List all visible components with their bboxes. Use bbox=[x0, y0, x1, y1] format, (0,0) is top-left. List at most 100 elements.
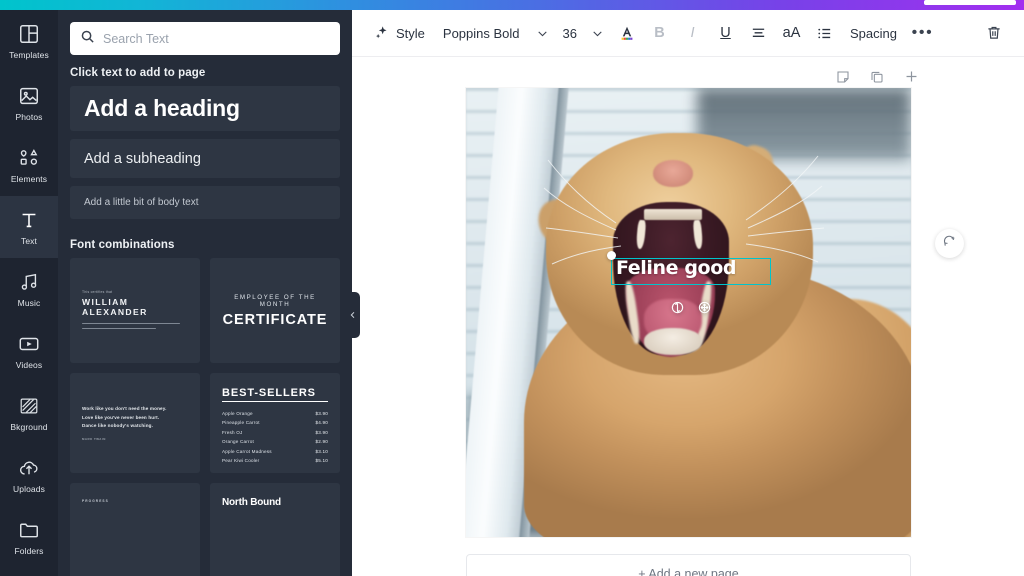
rotate-add-button[interactable] bbox=[935, 229, 964, 258]
underline-button[interactable]: U bbox=[709, 17, 742, 49]
text-panel: Click text to add to page Add a heading … bbox=[58, 10, 352, 576]
search-box[interactable] bbox=[70, 22, 340, 55]
text-icon bbox=[18, 209, 40, 231]
font-family-chevron[interactable] bbox=[530, 17, 556, 49]
text-preset-subheading[interactable]: Add a subheading bbox=[70, 139, 340, 178]
italic-label: I bbox=[690, 25, 695, 41]
font-combination-card-best-sellers[interactable]: BEST-SELLERS Apple Orange $3.90 Pineapple… bbox=[210, 373, 340, 473]
font-size-chevron[interactable] bbox=[584, 17, 610, 49]
sidebar-item-folders[interactable]: Folders bbox=[0, 506, 58, 568]
add-new-page-button[interactable]: + Add a new page bbox=[466, 554, 911, 576]
font-combination-card-progress[interactable]: PROGRESS bbox=[70, 483, 200, 576]
font-combination-card-quote[interactable]: Work like you don't need the money. Love… bbox=[70, 373, 200, 473]
more-dots-icon: ••• bbox=[911, 24, 934, 41]
add-page-button[interactable] bbox=[902, 70, 920, 88]
sidebar-item-elements[interactable]: Elements bbox=[0, 134, 58, 196]
background-icon bbox=[18, 395, 40, 417]
chevron-left-icon bbox=[349, 306, 357, 324]
font-combinations-title: Font combinations bbox=[70, 239, 175, 251]
align-center-icon bbox=[750, 25, 767, 42]
font-combination-card-certificate[interactable]: EMPLOYEE OF THE MONTH CERTIFICATE bbox=[210, 258, 340, 363]
text-element-selection[interactable]: Feline good bbox=[607, 251, 771, 285]
quote-line: Work like you don't need the money. bbox=[82, 406, 167, 412]
panel-collapse-button[interactable] bbox=[345, 292, 360, 338]
list-button[interactable] bbox=[808, 17, 841, 49]
move-icon[interactable] bbox=[697, 300, 712, 315]
editor-area: Style Poppins Bold 36 B I U aA Spacing •… bbox=[352, 10, 1024, 576]
sidebar-item-videos[interactable]: Videos bbox=[0, 320, 58, 382]
item-name: Apple Carrot Madness bbox=[222, 448, 272, 454]
canva-editor-app: Templates Photos Elements Text Music Vid… bbox=[0, 0, 1024, 576]
sidebar-item-text[interactable]: Text bbox=[0, 196, 58, 258]
sidebar-label: Music bbox=[17, 297, 41, 308]
price-row: Pineapple Carrot $4.90 bbox=[222, 418, 328, 427]
duplicate-page-button[interactable] bbox=[868, 70, 886, 88]
quote-line: Love like you've never been hurt. bbox=[82, 414, 160, 420]
photos-icon bbox=[18, 85, 40, 107]
sidebar-label: Text bbox=[21, 235, 37, 246]
item-price: $2.90 bbox=[315, 439, 328, 445]
sidebar-label: Elements bbox=[10, 173, 48, 184]
bold-button[interactable]: B bbox=[643, 17, 676, 49]
card-eyebrow: EMPLOYEE OF THE MONTH bbox=[234, 293, 316, 308]
elements-icon bbox=[18, 147, 40, 169]
text-preset-heading[interactable]: Add a heading bbox=[70, 86, 340, 131]
templates-icon bbox=[18, 23, 40, 45]
click-text-hint: Click text to add to page bbox=[70, 67, 206, 79]
item-name: Pineapple Carrot bbox=[222, 420, 260, 426]
price-row: Pear Kiwi Cooler $5.10 bbox=[222, 456, 328, 465]
font-size-input[interactable]: 36 bbox=[556, 17, 584, 49]
sidebar-item-templates[interactable]: Templates bbox=[0, 10, 58, 72]
sidebar-item-photos[interactable]: Photos bbox=[0, 72, 58, 134]
card-body-line bbox=[82, 322, 180, 325]
notes-button[interactable] bbox=[834, 70, 852, 88]
font-combination-card-william-alexander[interactable]: This certifies that WILLIAM ALEXANDER bbox=[70, 258, 200, 363]
folders-icon bbox=[18, 519, 40, 541]
sidebar-item-uploads[interactable]: Uploads bbox=[0, 444, 58, 506]
trash-icon bbox=[985, 24, 1003, 42]
bold-label: B bbox=[654, 25, 665, 41]
resize-handle-top-left[interactable] bbox=[607, 251, 616, 260]
style-label: Style bbox=[396, 25, 425, 41]
text-color-icon bbox=[617, 23, 637, 43]
rotate-icon[interactable] bbox=[670, 300, 685, 315]
font-combinations-grid: This certifies that WILLIAM ALEXANDER EM… bbox=[58, 258, 352, 576]
top-gradient-bar bbox=[0, 0, 1024, 10]
item-name: Apple Orange bbox=[222, 411, 253, 416]
more-options-button[interactable]: ••• bbox=[906, 17, 939, 49]
item-name: Pear Kiwi Cooler bbox=[222, 458, 260, 464]
sparkle-icon bbox=[374, 25, 390, 41]
chevron-down-icon bbox=[591, 27, 604, 40]
italic-button[interactable]: I bbox=[676, 17, 709, 49]
sidebar-label: Templates bbox=[9, 49, 49, 60]
letter-case-button[interactable]: aA bbox=[775, 17, 808, 49]
search-icon bbox=[80, 29, 95, 49]
bullet-list-icon bbox=[816, 25, 833, 42]
page-tools bbox=[834, 70, 920, 88]
card-title: BEST-SELLERS bbox=[222, 387, 328, 402]
sidebar-item-bkground[interactable]: Bkground bbox=[0, 382, 58, 444]
align-button[interactable] bbox=[742, 17, 775, 49]
search-input[interactable] bbox=[103, 31, 330, 46]
topbar-action-button[interactable] bbox=[924, 0, 1016, 5]
item-price: $5.10 bbox=[315, 458, 328, 464]
uploads-icon bbox=[18, 457, 40, 479]
price-row: Apple Orange $3.90 bbox=[222, 409, 328, 418]
spacing-button[interactable]: Spacing bbox=[841, 17, 906, 49]
sidebar-item-music[interactable]: Music bbox=[0, 258, 58, 320]
canvas-wrapper: Feline good + Add a new page bbox=[352, 57, 1024, 576]
font-family-selector[interactable]: Poppins Bold bbox=[433, 17, 530, 49]
notes-icon bbox=[835, 69, 851, 90]
item-name: Orange Carrot bbox=[222, 439, 254, 445]
design-canvas[interactable]: Feline good bbox=[466, 88, 911, 537]
text-preset-body[interactable]: Add a little bit of body text bbox=[70, 186, 340, 219]
style-button[interactable]: Style bbox=[366, 17, 433, 49]
card-body-line bbox=[82, 327, 157, 330]
sidebar-item-more[interactable]: ••• More bbox=[0, 568, 58, 576]
videos-icon bbox=[18, 333, 40, 355]
text-color-button[interactable] bbox=[610, 17, 643, 49]
case-label: aA bbox=[782, 25, 801, 41]
duplicate-page-icon bbox=[869, 69, 885, 90]
delete-button[interactable] bbox=[977, 17, 1010, 49]
font-combination-card-north-bound[interactable]: North Bound bbox=[210, 483, 340, 576]
